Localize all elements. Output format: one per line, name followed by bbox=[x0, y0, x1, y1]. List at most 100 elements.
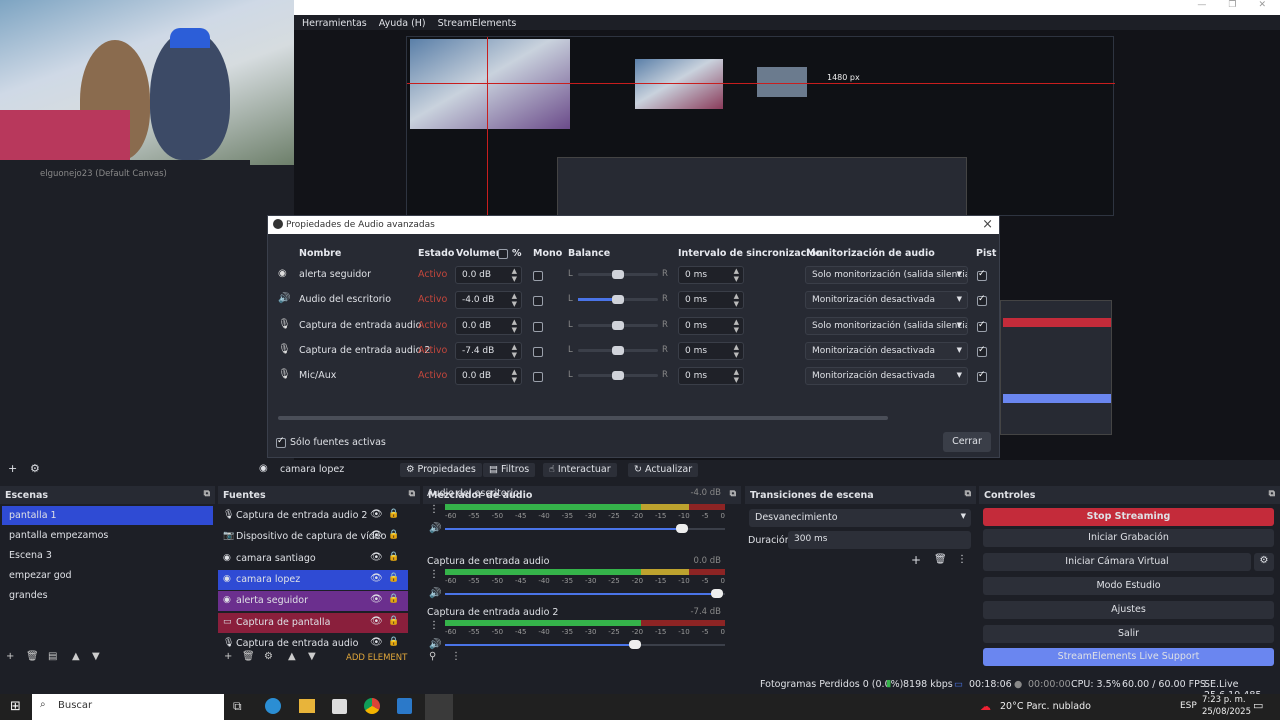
exit-button[interactable]: Salir bbox=[983, 625, 1274, 643]
eye-icon[interactable]: 👁 bbox=[370, 594, 383, 605]
notification-icon[interactable]: ▭ bbox=[1253, 699, 1263, 712]
balance-knob[interactable] bbox=[612, 320, 624, 330]
studio-mode-button[interactable]: Modo Estudio bbox=[983, 577, 1274, 595]
volume-slider[interactable] bbox=[445, 524, 725, 533]
balance-knob[interactable] bbox=[612, 371, 624, 381]
lock-icon[interactable]: 🔒 bbox=[388, 509, 399, 519]
eye-icon[interactable]: 👁 bbox=[370, 616, 383, 627]
taskbar-search[interactable]: ⌕ Buscar bbox=[32, 694, 224, 720]
volume-spinbox[interactable]: -4.0 dB ▲ ▼ bbox=[455, 291, 522, 310]
close-icon[interactable]: × bbox=[982, 217, 993, 232]
source-item[interactable]: 📷 Dispositivo de captura de vídeo 👁 🔒 bbox=[218, 527, 408, 547]
transition-select[interactable]: Desvanecimiento ▼ bbox=[749, 509, 971, 527]
balance-slider[interactable] bbox=[578, 320, 658, 330]
language[interactable]: ESP bbox=[1180, 701, 1197, 711]
balance-knob[interactable] bbox=[612, 345, 624, 355]
properties-button[interactable]: ⚙ Propiedades bbox=[400, 463, 482, 477]
up-icon[interactable]: ▲ bbox=[72, 651, 80, 662]
down-icon[interactable]: ▼ bbox=[308, 651, 316, 662]
settings-button[interactable]: Ajustes bbox=[983, 601, 1274, 619]
balance-knob[interactable] bbox=[612, 295, 624, 305]
volume-spinbox[interactable]: 0.0 dB ▲ ▼ bbox=[455, 266, 522, 284]
balance-knob[interactable] bbox=[612, 270, 624, 279]
source-item[interactable]: ◉ camara lopez 👁 🔒 bbox=[218, 569, 408, 590]
mono-checkbox[interactable] bbox=[533, 296, 543, 307]
lock-icon[interactable]: 🔒 bbox=[388, 530, 399, 540]
gear-icon[interactable]: ⚙ bbox=[30, 462, 40, 475]
track-checkbox[interactable] bbox=[977, 320, 987, 332]
filter-icon[interactable]: ▤ bbox=[48, 651, 57, 662]
store-icon[interactable] bbox=[332, 699, 347, 714]
mono-checkbox[interactable] bbox=[533, 372, 543, 383]
speaker-icon[interactable]: 🔊 bbox=[429, 588, 441, 599]
source-item[interactable]: ◉ alerta seguidor 👁 🔒 bbox=[218, 591, 408, 612]
edge-icon[interactable] bbox=[265, 698, 281, 714]
up-icon[interactable]: ▲ bbox=[288, 651, 296, 662]
monitoring-select[interactable]: Solo monitorización (salida silencia ▼ bbox=[805, 316, 968, 335]
speaker-icon[interactable]: 🔊 bbox=[429, 639, 441, 650]
volume-slider[interactable] bbox=[445, 640, 725, 649]
menu-ayuda[interactable]: Ayuda (H) bbox=[379, 18, 426, 29]
add-icon[interactable]: + bbox=[911, 553, 921, 567]
eye-icon[interactable]: 👁 bbox=[370, 637, 383, 648]
volume-spinbox[interactable]: 0.0 dB ▲ ▼ bbox=[455, 367, 522, 386]
trash-icon[interactable]: 🗑 bbox=[242, 651, 255, 662]
balance-slider[interactable] bbox=[578, 295, 658, 305]
mono-checkbox[interactable] bbox=[533, 271, 543, 281]
lock-icon[interactable]: 🔒 bbox=[388, 594, 399, 604]
volume-knob[interactable] bbox=[711, 589, 723, 598]
source-item[interactable]: ◉ camara santiago 👁 🔒 bbox=[218, 549, 408, 569]
menu-icon[interactable]: ⋮ bbox=[957, 554, 967, 565]
virtual-camera-button[interactable]: Iniciar Cámara Virtual bbox=[983, 553, 1251, 571]
add-icon[interactable]: + bbox=[8, 462, 17, 475]
interact-button[interactable]: ☝ Interactuar bbox=[543, 463, 617, 477]
balance-slider[interactable] bbox=[578, 345, 658, 355]
refresh-button[interactable]: ↻ Actualizar bbox=[628, 463, 699, 477]
eye-icon[interactable]: 👁 bbox=[370, 573, 383, 584]
scene-item[interactable]: pantalla empezamos bbox=[2, 526, 213, 545]
track-checkbox[interactable] bbox=[977, 269, 987, 281]
monitoring-select[interactable]: Solo monitorización (salida silencia ▼ bbox=[805, 266, 968, 284]
menu-icon[interactable]: ⋮ bbox=[429, 504, 439, 515]
lock-icon[interactable]: 🔒 bbox=[388, 552, 399, 562]
windows-icon[interactable]: ⊞ bbox=[10, 699, 21, 714]
maximize-icon[interactable]: ❐ bbox=[1228, 0, 1236, 14]
task-view-icon[interactable]: ⧉ bbox=[233, 699, 242, 714]
menu-icon[interactable]: ⋮ bbox=[429, 569, 439, 580]
horizontal-scrollbar[interactable] bbox=[278, 416, 888, 420]
link-icon[interactable]: ⚲ bbox=[429, 651, 436, 662]
down-icon[interactable]: ▼ bbox=[92, 651, 100, 662]
gear-icon[interactable]: ⚙ bbox=[1254, 553, 1274, 571]
menu-herramientas[interactable]: Herramientas bbox=[302, 18, 367, 29]
sync-offset-spinbox[interactable]: 0 ms ▲ ▼ bbox=[678, 316, 744, 335]
balance-slider[interactable] bbox=[578, 371, 658, 381]
add-element-button[interactable]: ADD ELEMENT bbox=[346, 653, 407, 663]
sync-offset-spinbox[interactable]: 0 ms ▲ ▼ bbox=[678, 341, 744, 360]
menu-streamelements[interactable]: StreamElements bbox=[438, 18, 517, 29]
stop-streaming-button[interactable]: Stop Streaming bbox=[983, 508, 1274, 526]
scene-item[interactable]: pantalla 1 bbox=[2, 506, 213, 525]
minimize-icon[interactable]: — bbox=[1197, 0, 1206, 14]
scene-item[interactable]: empezar god bbox=[2, 566, 213, 585]
popout-icon[interactable]: ⧉ bbox=[965, 489, 971, 499]
volume-knob[interactable] bbox=[675, 524, 688, 533]
track-checkbox[interactable] bbox=[977, 294, 987, 307]
source-item[interactable]: 🎙 Captura de entrada audio 2 👁 🔒 bbox=[218, 506, 408, 526]
trash-icon[interactable]: 🗑 bbox=[26, 651, 39, 662]
source-item[interactable]: ▭ Captura de pantalla 👁 🔒 bbox=[218, 612, 408, 633]
track-checkbox[interactable] bbox=[977, 370, 987, 383]
filters-button[interactable]: ▤ Filtros bbox=[483, 463, 536, 477]
track-checkbox[interactable] bbox=[977, 345, 987, 357]
scene-item[interactable]: grandes bbox=[2, 586, 213, 605]
eye-icon[interactable]: 👁 bbox=[370, 509, 383, 520]
start-recording-button[interactable]: Iniciar Grabación bbox=[983, 529, 1274, 547]
menu-icon[interactable]: ⋮ bbox=[451, 651, 461, 662]
balance-slider[interactable] bbox=[578, 270, 658, 279]
add-icon[interactable]: + bbox=[224, 651, 232, 662]
lock-icon[interactable]: 🔒 bbox=[388, 637, 399, 647]
popout-icon[interactable]: ⧉ bbox=[1269, 489, 1275, 499]
percent-checkbox[interactable] bbox=[498, 249, 508, 259]
sync-offset-spinbox[interactable]: 0 ms ▲ ▼ bbox=[678, 367, 744, 386]
add-icon[interactable]: + bbox=[6, 651, 14, 662]
close-button[interactable]: Cerrar bbox=[943, 432, 991, 452]
